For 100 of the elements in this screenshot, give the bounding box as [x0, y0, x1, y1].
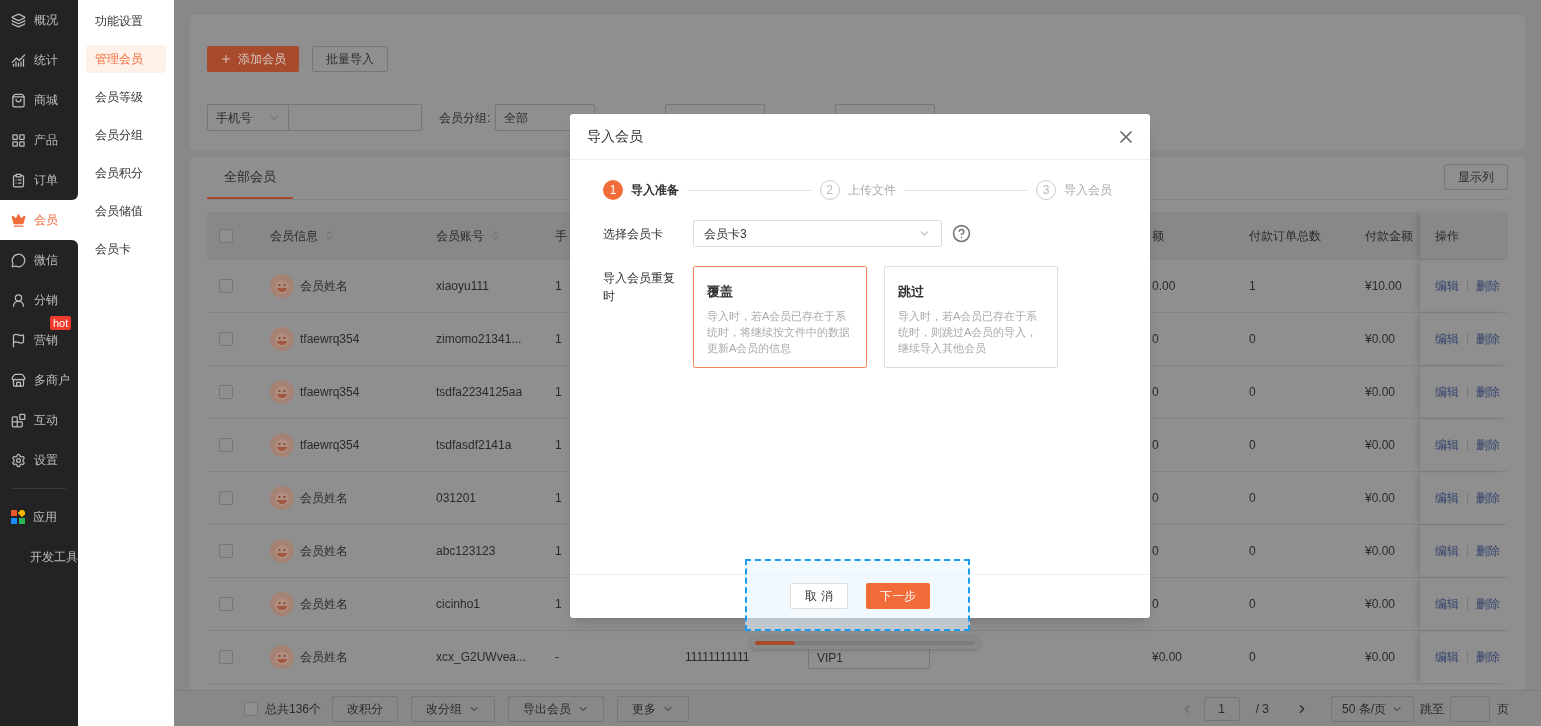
- edit-link[interactable]: 编辑: [1435, 277, 1459, 295]
- chat-icon: [11, 252, 26, 268]
- delete-link[interactable]: 删除: [1476, 330, 1500, 348]
- apps-icon: [11, 510, 25, 524]
- edit-link[interactable]: 编辑: [1435, 595, 1459, 613]
- cancel-button[interactable]: 取 消: [790, 582, 848, 609]
- delete-link[interactable]: 删除: [1476, 542, 1500, 560]
- submenu-item[interactable]: 会员分组: [86, 121, 166, 149]
- checkbox[interactable]: [244, 701, 258, 716]
- checkbox[interactable]: [219, 228, 233, 243]
- field-label: 选择会员卡: [603, 225, 664, 243]
- delete-link[interactable]: 删除: [1476, 489, 1500, 507]
- checkbox[interactable]: [219, 544, 233, 558]
- checkbox[interactable]: [219, 385, 233, 399]
- checkbox[interactable]: [219, 438, 233, 452]
- option-card[interactable]: 跳过 导入时，若A会员已存在于系统时，则跳过A会员的导入，继续导入其他会员: [884, 266, 1058, 368]
- sidebar-item[interactable]: 统计: [0, 40, 78, 80]
- column-header: 会员信息: [270, 227, 318, 245]
- member-name: 会员姓名: [300, 278, 348, 295]
- table-cell-text: ¥0.00: [1365, 384, 1396, 401]
- footer-button[interactable]: 更多: [617, 695, 690, 722]
- submenu-item[interactable]: 管理会员: [86, 45, 166, 73]
- member-name: tfaewrq354: [300, 331, 360, 348]
- submenu-item[interactable]: 会员卡: [86, 235, 166, 263]
- table-cell-text: 0: [1152, 490, 1159, 507]
- sidebar-item[interactable]: 开发工具: [0, 537, 78, 577]
- page-field[interactable]: 1: [1203, 696, 1240, 721]
- footer-button[interactable]: 导出会员: [508, 695, 605, 722]
- submenu-item[interactable]: 功能设置: [86, 7, 166, 35]
- checkbox[interactable]: [219, 332, 233, 346]
- table-cell-text: 1: [555, 490, 562, 507]
- delete-link[interactable]: 删除: [1476, 648, 1500, 666]
- submenu-item[interactable]: 会员等级: [86, 83, 166, 111]
- sidebar-item[interactable]: 概况: [0, 0, 78, 40]
- delete-link[interactable]: 删除: [1476, 436, 1500, 454]
- sidebar-item[interactable]: 产品: [0, 120, 78, 160]
- grid-icon: [11, 132, 26, 148]
- option-card[interactable]: 覆盖 导入时，若A会员已存在于系统时，将继续按文件中的数据更新A会员的信息: [693, 266, 867, 368]
- delete-link[interactable]: 删除: [1476, 595, 1500, 613]
- checkbox[interactable]: [219, 491, 233, 505]
- next-button[interactable]: 下一步: [865, 582, 930, 609]
- checkbox[interactable]: [219, 279, 233, 293]
- type-select[interactable]: 手机号: [207, 104, 289, 131]
- sidebar-item[interactable]: 分销: [0, 280, 78, 320]
- sidebar-item[interactable]: 应用: [0, 497, 78, 537]
- delete-link[interactable]: 删除: [1476, 277, 1500, 295]
- member-name: 会员姓名: [300, 649, 348, 666]
- submenu-item[interactable]: 会员储值: [86, 197, 166, 225]
- sidebar-item[interactable]: 订单: [0, 160, 78, 200]
- import-button[interactable]: 批量导入: [312, 46, 388, 72]
- sidebar-item[interactable]: 多商户: [0, 360, 78, 400]
- footer-button[interactable]: 改积分: [332, 695, 399, 722]
- sidebar-item[interactable]: 微信: [0, 240, 78, 280]
- add-button[interactable]: 添加会员: [207, 46, 299, 72]
- edit-link[interactable]: 编辑: [1435, 489, 1459, 507]
- edit-link[interactable]: 编辑: [1435, 542, 1459, 560]
- column-header: 额: [1152, 227, 1164, 245]
- checkbox[interactable]: [219, 650, 233, 664]
- sidebar-label: 开发工具: [30, 549, 78, 566]
- table-cell-text: 031201: [436, 490, 477, 507]
- tab[interactable]: 全部会员: [207, 157, 293, 199]
- sidebar-item[interactable]: 设置: [0, 440, 78, 480]
- edit-link[interactable]: 编辑: [1435, 436, 1459, 454]
- checkbox[interactable]: [219, 597, 233, 611]
- sidebar-item[interactable]: 互动: [0, 400, 78, 440]
- footer-button[interactable]: 改分组: [411, 695, 496, 722]
- table-cell-text: 1: [555, 437, 562, 454]
- member-name: tfaewrq354: [300, 384, 360, 401]
- edit-link[interactable]: 编辑: [1435, 648, 1459, 666]
- option-description: 导入时，若A会员已存在于系统时，将继续按文件中的数据更新A会员的信息: [707, 308, 851, 356]
- avatar-icon: [270, 539, 294, 563]
- table-cell-text: 0: [1249, 649, 1256, 666]
- edit-link[interactable]: 编辑: [1435, 383, 1459, 401]
- sidebar-label: 互动: [34, 412, 58, 429]
- table-cell-text: 0: [1152, 543, 1159, 560]
- avatar-icon: [270, 645, 294, 669]
- table-cell-text: xiaoyu111: [436, 278, 489, 295]
- step-label: 导入准备: [631, 182, 679, 199]
- table-cell-text: 11111111111: [685, 649, 750, 666]
- sidebar-label: 多商户: [34, 372, 70, 389]
- layers-icon: [11, 12, 26, 28]
- column-header: 操作: [1435, 227, 1459, 245]
- edit-link[interactable]: 编辑: [1435, 330, 1459, 348]
- submenu-item[interactable]: 会员积分: [86, 159, 166, 187]
- table-cell-text: 0: [1152, 437, 1159, 454]
- avatar-icon: [270, 274, 294, 298]
- search-field[interactable]: [289, 104, 422, 131]
- sidebar-item[interactable]: 商城: [0, 80, 78, 120]
- delete-link[interactable]: 删除: [1476, 383, 1500, 401]
- page-size-select[interactable]: 50 条/页: [1331, 695, 1414, 722]
- sidebar-label: 分销: [34, 292, 58, 309]
- table-cell-text: 0: [1249, 543, 1256, 560]
- help-icon[interactable]: [952, 224, 971, 243]
- card-select[interactable]: 会员卡3: [693, 220, 942, 247]
- sidebar-label: 微信: [34, 252, 58, 269]
- table-cell-text: 0: [1152, 596, 1159, 613]
- sidebar-label: 商城: [34, 92, 58, 109]
- sidebar-label: 产品: [34, 132, 58, 149]
- table-cell-text: 0: [1249, 596, 1256, 613]
- columns-button[interactable]: 显示列: [1444, 164, 1508, 190]
